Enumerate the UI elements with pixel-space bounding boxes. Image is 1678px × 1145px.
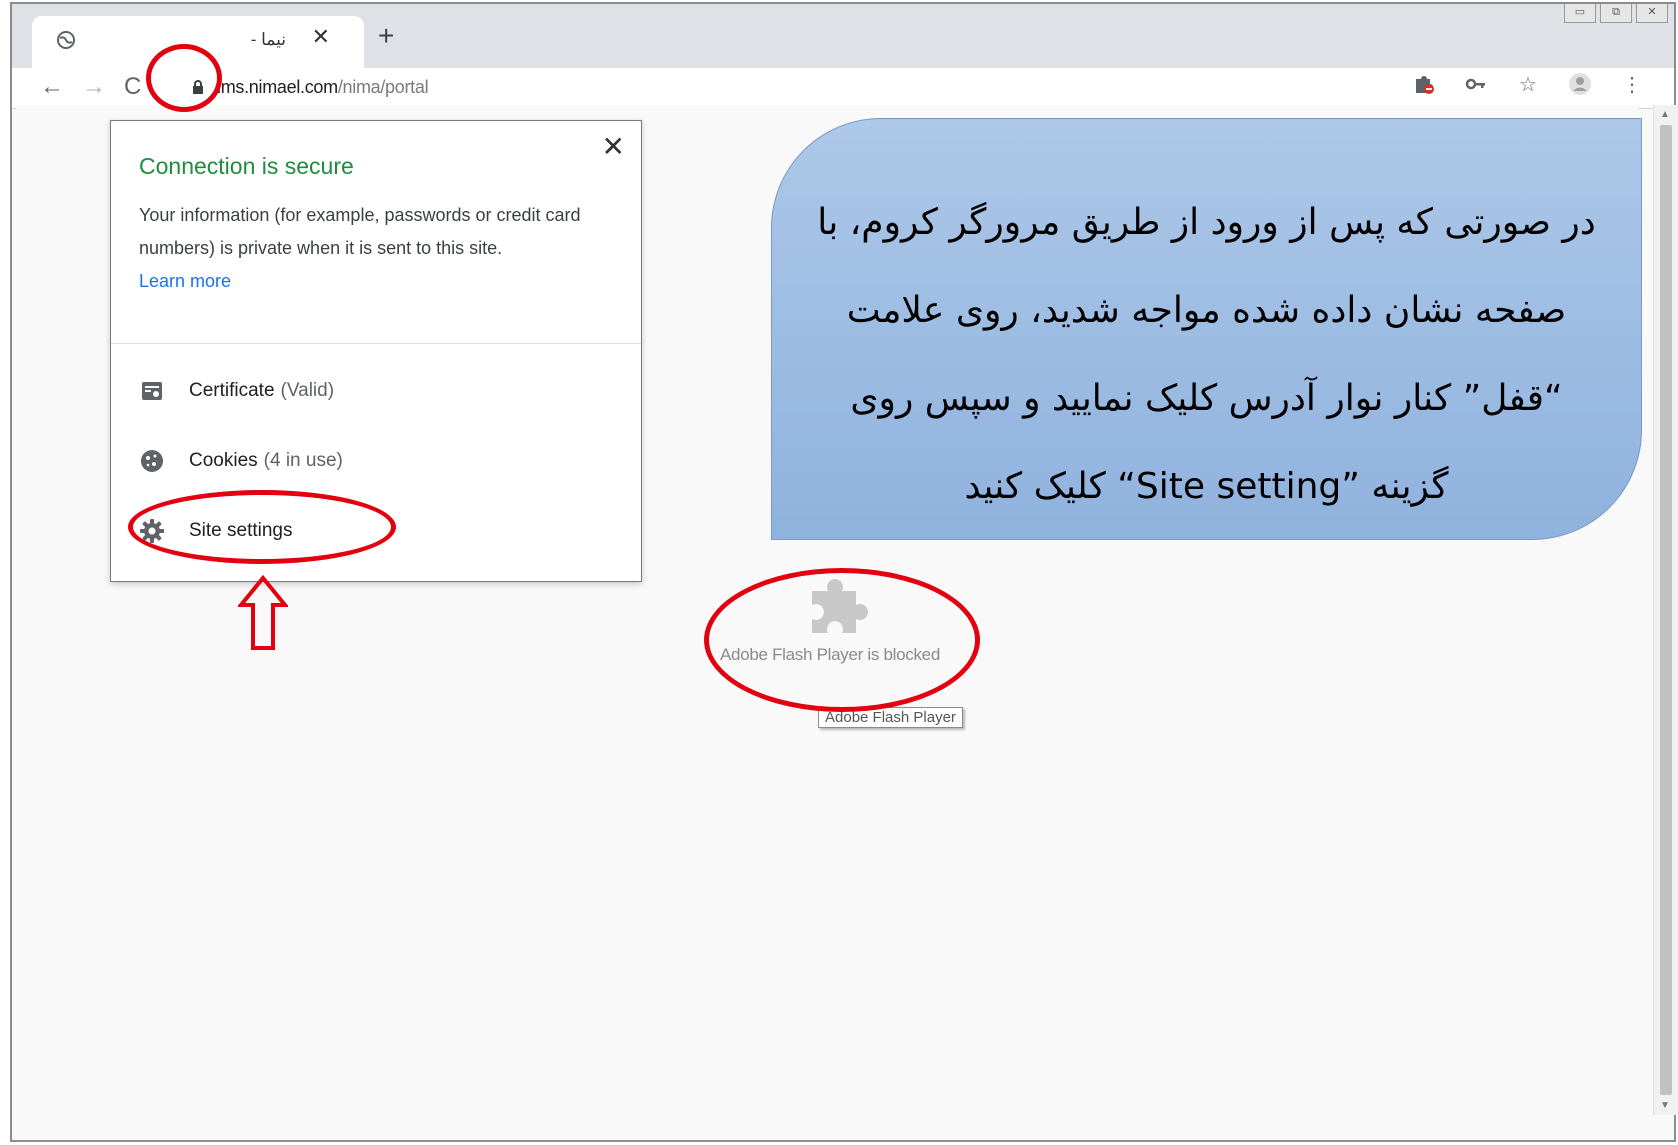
- scrollbar-thumb[interactable]: [1660, 125, 1672, 1095]
- menu-icon[interactable]: ⋮: [1620, 72, 1644, 96]
- scroll-up-icon[interactable]: ▲: [1660, 109, 1670, 120]
- flash-highlight-ellipse: [704, 568, 980, 712]
- minimize-button[interactable]: ▭: [1564, 4, 1596, 23]
- callout-text: در صورتی که پس از ورود از طریق مرورگر کر…: [817, 202, 1596, 507]
- cookies-row[interactable]: Cookies (4 in use): [139, 441, 343, 481]
- reload-button[interactable]: C: [124, 72, 141, 102]
- scroll-down-icon[interactable]: ▼: [1660, 1100, 1670, 1111]
- flash-blocked-icon[interactable]: [1412, 72, 1436, 96]
- popup-close-icon[interactable]: ✕: [602, 133, 625, 161]
- instruction-callout: در صورتی که پس از ورود از طریق مرورگر کر…: [771, 118, 1642, 540]
- url-host: lms.nimael.com: [217, 77, 338, 97]
- key-icon[interactable]: [1464, 72, 1488, 96]
- certificate-icon: [139, 378, 165, 404]
- up-arrow-icon: [238, 575, 288, 650]
- forward-button[interactable]: →: [82, 72, 106, 102]
- connection-heading: Connection is secure: [139, 153, 354, 179]
- maximize-button[interactable]: ⧉: [1600, 4, 1632, 23]
- tab-close-icon[interactable]: ✕: [312, 24, 330, 50]
- window-controls: ▭ ⧉ ✕: [1564, 4, 1668, 23]
- cookie-icon: [139, 448, 165, 474]
- url-path: /nima/portal: [337, 77, 429, 97]
- lock-highlight-circle: [146, 44, 222, 112]
- vertical-scrollbar[interactable]: ▲ ▼: [1653, 105, 1678, 1115]
- url-text[interactable]: lms.nimael.com/nima/portal: [217, 77, 429, 98]
- browser-toolbar: ← → C lms.nimael.com/nima/portal ☆ ⋮: [12, 68, 1674, 109]
- profile-icon[interactable]: [1568, 72, 1592, 96]
- connection-description: Your information (for example, passwords…: [139, 205, 581, 258]
- certificate-row[interactable]: Certificate (Valid): [139, 371, 334, 411]
- globe-icon: [57, 31, 75, 49]
- site-settings-highlight-ellipse: [128, 490, 396, 564]
- cookies-label: Cookies: [189, 450, 258, 471]
- toolbar-icons: ☆ ⋮: [1412, 72, 1644, 96]
- popup-divider: [111, 343, 641, 344]
- tab-title: نیما -: [250, 30, 286, 49]
- address-bar[interactable]: lms.nimael.com/nima/portal: [162, 71, 1452, 105]
- new-tab-button[interactable]: +: [378, 22, 394, 50]
- certificate-status: (Valid): [280, 380, 335, 401]
- star-icon[interactable]: ☆: [1516, 72, 1540, 96]
- tab-strip: نیما - ✕ + ▭ ⧉ ✕: [12, 4, 1674, 68]
- cookies-count: (4 in use): [263, 450, 343, 471]
- window-close-button[interactable]: ✕: [1636, 4, 1668, 23]
- certificate-label: Certificate: [189, 380, 275, 401]
- learn-more-link[interactable]: Learn more: [139, 265, 231, 298]
- back-button[interactable]: ←: [40, 72, 64, 102]
